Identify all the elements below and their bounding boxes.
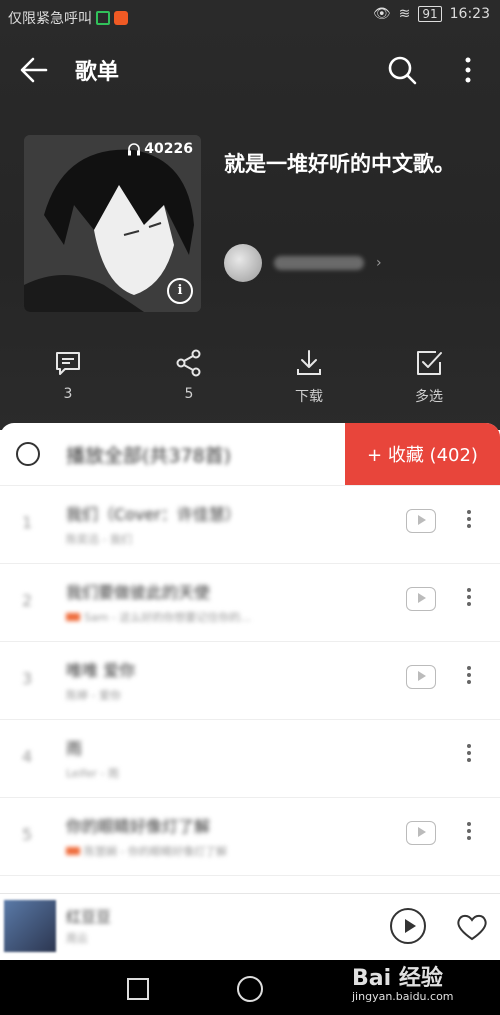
recents-button[interactable]	[127, 978, 149, 1000]
song-index: 5	[22, 825, 33, 844]
song-artist-album: Sam - 这么好的你想要记住你的...	[84, 611, 251, 624]
headphones-icon	[128, 143, 141, 156]
play-pause-icon[interactable]	[390, 908, 426, 944]
song-artist-album: 陈奕迅 - 我们	[66, 533, 132, 546]
action-bar: 3 5 下载 多选	[0, 348, 500, 408]
song-subtitle: Sam - 这么好的你想要记住你的...	[66, 609, 251, 625]
eye-icon: 👁	[372, 6, 391, 22]
toolbar: 歌单	[0, 40, 500, 100]
song-artist-album: 陈婷 - 爱你	[66, 689, 121, 702]
song-row[interactable]: 2 我们要做彼此的天使 Sam - 这么好的你想要记住你的...	[0, 563, 500, 642]
song-artist-album: Leifer - 雨	[66, 767, 119, 780]
info-icon[interactable]: i	[167, 278, 193, 304]
song-row[interactable]: 1 我们（Cover：许佳慧） 陈奕迅 - 我们	[0, 485, 500, 564]
carrier-text: 仅限紧急呼叫	[8, 11, 92, 27]
search-icon[interactable]	[386, 54, 418, 86]
comment-icon	[56, 352, 80, 375]
more-vertical-icon[interactable]	[458, 54, 478, 86]
download-button[interactable]: 下载	[269, 348, 349, 406]
now-playing-artist: 周云	[66, 932, 88, 945]
share-count: 5	[184, 386, 194, 402]
song-subtitle: Leifer - 雨	[66, 765, 119, 781]
song-index: 4	[22, 747, 33, 766]
song-index: 2	[22, 591, 33, 610]
song-more-icon[interactable]	[462, 585, 476, 615]
creator-link[interactable]: ›	[224, 244, 382, 282]
song-list: 播放全部(共378首) + 收藏 (402) 1 我们（Cover：许佳慧） 陈奕迅…	[0, 423, 500, 893]
song-title: 雨	[66, 739, 83, 758]
battery-level: 91	[418, 6, 442, 22]
quality-tag	[66, 613, 80, 621]
song-index: 1	[22, 513, 33, 532]
mv-play-icon[interactable]	[406, 509, 436, 533]
mini-player[interactable]: 红豆豆 周云	[0, 893, 500, 961]
multi-select-label: 多选	[415, 389, 443, 405]
comment-count: 3	[63, 386, 73, 402]
playlist-cover[interactable]: 40226 i	[24, 135, 201, 312]
lock-icon	[96, 11, 110, 25]
collect-button[interactable]: + 收藏 (402)	[345, 423, 500, 485]
heart-icon[interactable]	[455, 912, 489, 942]
song-title: 我们（Cover：许佳慧）	[66, 505, 241, 524]
play-count: 40226	[127, 141, 193, 157]
play-count-value: 40226	[144, 141, 193, 157]
arrow-left-icon[interactable]	[18, 54, 50, 86]
comment-button[interactable]: 3	[28, 348, 108, 402]
song-more-icon[interactable]	[462, 741, 476, 771]
song-subtitle: 陈婷 - 爱你	[66, 687, 121, 703]
now-playing-cover	[4, 900, 56, 952]
song-subtitle: 陈奕迅 - 我们	[66, 531, 132, 547]
song-more-icon[interactable]	[462, 507, 476, 537]
song-subtitle: 陈慧娴 - 你的眼睛好像灯了解	[66, 843, 227, 859]
app-notification-icon	[114, 11, 128, 25]
download-label: 下载	[295, 389, 323, 405]
collect-label: + 收藏 (402)	[367, 445, 478, 466]
now-playing-title: 红豆豆	[66, 908, 112, 926]
playlist-title: 就是一堆好听的中文歌。	[224, 152, 455, 176]
mv-play-icon[interactable]	[406, 665, 436, 689]
creator-name	[274, 256, 364, 270]
home-button[interactable]	[237, 976, 263, 1002]
song-more-icon[interactable]	[462, 819, 476, 849]
chevron-right-icon: ›	[376, 255, 382, 271]
song-row[interactable]: 3 唯唯 爱你陈婷 - 爱你	[0, 641, 500, 720]
mv-play-icon[interactable]	[406, 587, 436, 611]
quality-tag	[66, 847, 80, 855]
song-index: 3	[22, 669, 33, 688]
song-title: 唯唯 爱你	[66, 661, 136, 680]
mv-play-icon[interactable]	[406, 821, 436, 845]
avatar	[224, 244, 262, 282]
share-button[interactable]: 5	[149, 348, 229, 402]
song-title: 我们要做彼此的天使	[66, 583, 211, 602]
watermark-brand: Bai 经验	[352, 966, 443, 991]
play-all-button[interactable]: 播放全部(共378首)	[66, 441, 231, 468]
watermark-site: jingyan.baidu.com	[352, 990, 454, 1003]
share-icon	[176, 349, 201, 377]
song-artist-album: 陈慧娴 - 你的眼睛好像灯了解	[84, 845, 227, 858]
song-list-header: 播放全部(共378首) + 收藏 (402)	[0, 423, 500, 486]
status-bar: 仅限紧急呼叫 👁 ≋ 91 16:23	[0, 0, 500, 34]
wifi-icon: ≋	[398, 6, 411, 22]
play-all-icon[interactable]	[16, 442, 40, 466]
page-title: 歌单	[75, 60, 120, 85]
clock: 16:23	[449, 6, 490, 22]
download-icon	[297, 350, 321, 375]
multi-select-button[interactable]: 多选	[389, 348, 469, 406]
song-row[interactable]: 4 雨 Leifer - 雨	[0, 719, 500, 798]
song-title: 你的眼睛好像灯了解	[66, 817, 211, 836]
watermark: Bai 经验 jingyan.baidu.com	[352, 960, 454, 1003]
song-row[interactable]: 5 你的眼睛好像灯了解陈慧娴 - 你的眼睛好像灯了解	[0, 797, 500, 876]
multi-select-icon	[417, 351, 442, 375]
song-more-icon[interactable]	[462, 663, 476, 693]
